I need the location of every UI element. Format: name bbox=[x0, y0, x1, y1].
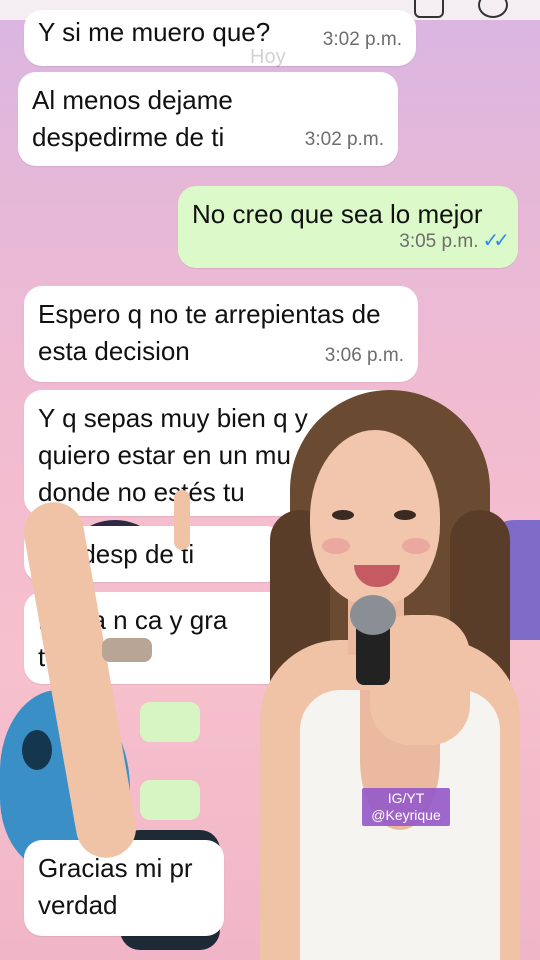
presenter-cheek bbox=[322, 538, 350, 554]
presenter-face bbox=[310, 430, 440, 605]
message-time: 3:06 p.m. bbox=[324, 345, 404, 366]
message-text: Gracias mi pr verdad bbox=[38, 853, 193, 920]
message-bubble-incoming[interactable]: Y si me muero que? 3:02 p.m. bbox=[24, 10, 416, 66]
message-bubble-outgoing-partial bbox=[140, 702, 200, 742]
message-bubble-outgoing[interactable]: No creo que sea lo mejor 3:05 p.m. ✓✓ bbox=[178, 186, 518, 268]
message-bubble-incoming[interactable]: Espero q no te arrepientas de esta decis… bbox=[24, 286, 418, 382]
watermark-line2: @Keyrique bbox=[371, 807, 441, 823]
phone-icon[interactable] bbox=[478, 0, 508, 18]
watch-icon bbox=[102, 638, 152, 662]
day-separator: Hoy bbox=[250, 46, 286, 68]
message-time-label: 3:05 p.m. bbox=[399, 231, 479, 252]
message-time: 3:02 p.m. bbox=[322, 29, 402, 50]
presenter-eye bbox=[332, 510, 354, 520]
microphone-windscreen bbox=[350, 595, 396, 635]
message-time: 3:05 p.m. ✓✓ bbox=[399, 223, 510, 260]
creator-watermark: IG/YT @Keyrique bbox=[362, 788, 450, 826]
message-bubble-outgoing-partial bbox=[140, 780, 200, 820]
watermark-line1: IG/YT bbox=[387, 790, 425, 806]
presenter-mouth bbox=[354, 565, 400, 587]
message-bubble-incoming[interactable]: Al menos dejame despedirme de ti 3:02 p.… bbox=[18, 72, 398, 166]
presenter-figure bbox=[19, 390, 540, 960]
message-time: 3:02 p.m. bbox=[304, 129, 384, 150]
message-bubble-incoming[interactable]: Gracias mi pr verdad bbox=[24, 840, 224, 936]
presenter-eye bbox=[394, 510, 416, 520]
video-icon[interactable] bbox=[414, 0, 444, 18]
double-check-icon: ✓✓ bbox=[482, 230, 509, 252]
presenter-pointing-finger bbox=[174, 490, 190, 550]
presenter-cheek bbox=[402, 538, 430, 554]
